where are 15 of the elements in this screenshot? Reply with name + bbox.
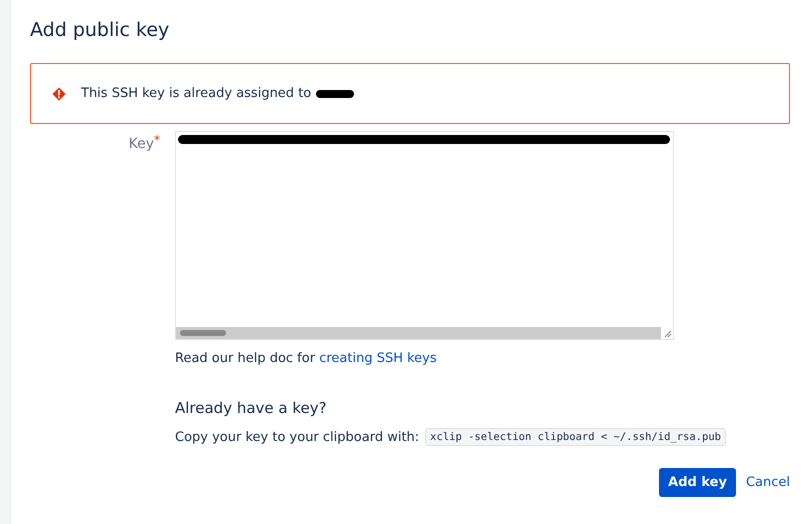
instruction-text: Copy your key to your clipboard with: — [175, 430, 420, 444]
key-textarea[interactable] — [175, 131, 674, 340]
help-text: Read our help doc for creating SSH keys — [175, 351, 438, 366]
warning-icon — [52, 86, 66, 100]
cancel-link[interactable]: Cancel — [746, 475, 790, 490]
page-title: Add public key — [30, 19, 170, 41]
command-code: xclip -selection clipboard < ~/.ssh/id_rsa.pub — [425, 428, 726, 446]
alert-message: This SSH key is already assigned to — [81, 86, 312, 101]
field-label: Key — [128, 136, 154, 152]
add-key-button[interactable]: Add key — [659, 468, 736, 497]
section-heading: Already have a key? — [175, 399, 328, 417]
resize-handle-icon[interactable] — [662, 328, 672, 338]
required-marker: * — [154, 133, 160, 147]
help-link[interactable]: creating SSH keys — [319, 351, 437, 366]
horizontal-scrollbar[interactable] — [176, 327, 661, 339]
